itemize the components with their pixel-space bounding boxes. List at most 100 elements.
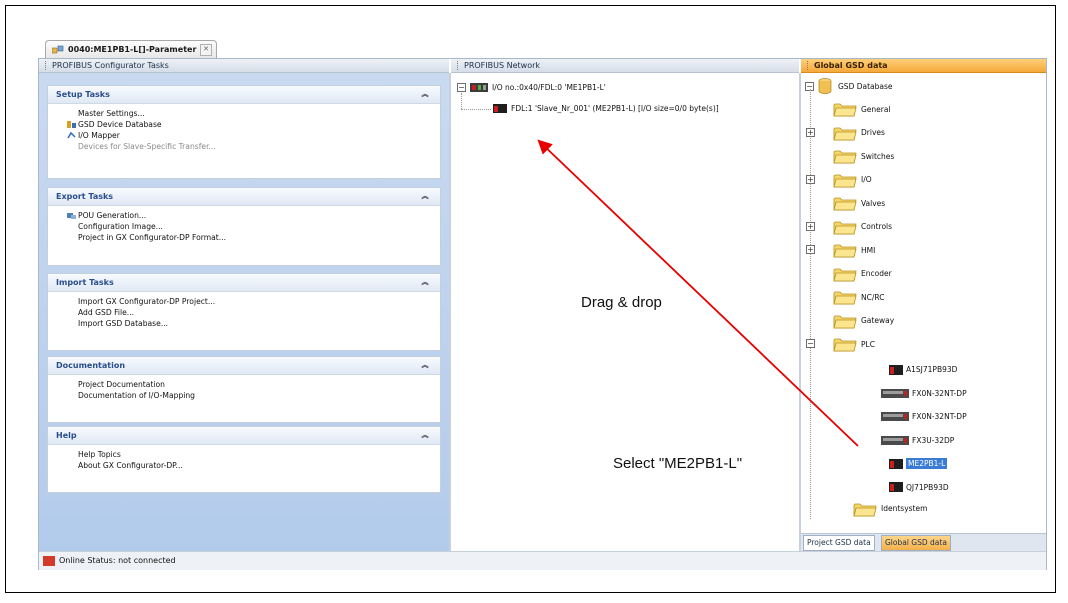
folder-icon bbox=[833, 103, 857, 117]
gsd-folder[interactable]: Switches bbox=[833, 146, 894, 166]
task-add-gsd-file[interactable]: Add GSD File... bbox=[78, 307, 440, 318]
collapse-icon[interactable]: ︽ bbox=[420, 360, 430, 370]
grip-icon bbox=[45, 61, 48, 70]
close-icon[interactable]: ✕ bbox=[200, 43, 212, 56]
task-pou-generation[interactable]: POU Generation... bbox=[67, 210, 440, 221]
gsd-device-item[interactable]: A1SJ71PB93D bbox=[881, 360, 957, 380]
gsd-folder[interactable]: + HMI bbox=[806, 240, 876, 260]
tasks-panel: Setup Tasks ︽ Master Settings... GSD Dev… bbox=[39, 73, 449, 551]
gsd-folder[interactable]: + Drives bbox=[806, 123, 885, 143]
device-module-icon bbox=[881, 435, 909, 445]
collapse-icon[interactable]: − bbox=[457, 83, 466, 92]
folder-label: PLC bbox=[861, 339, 875, 349]
gsd-root-label: GSD Database bbox=[838, 81, 893, 91]
folder-label: Identsystem bbox=[881, 504, 928, 513]
network-panel: − I/O no.:0x40/FDL:0 'ME1PB1-L' FDL:1 'S… bbox=[451, 73, 799, 551]
folder-icon bbox=[833, 244, 857, 258]
task-master-settings[interactable]: Master Settings... bbox=[78, 108, 440, 119]
task-project-gx-format[interactable]: Project in GX Configurator-DP Format... bbox=[78, 232, 440, 243]
gsd-panel: − GSD Database General + Drives Switches + I/… bbox=[801, 73, 1046, 533]
expand-icon[interactable]: + bbox=[806, 127, 815, 137]
network-panel-title: PROFIBUS Network bbox=[464, 61, 541, 70]
gsd-folder[interactable]: General bbox=[833, 99, 891, 119]
tab-project-gsd-data[interactable]: Project GSD data bbox=[803, 535, 875, 551]
documentation-section: Documentation ︽ Project Documentation Do… bbox=[47, 356, 441, 423]
gsd-folder[interactable]: + I/O bbox=[806, 170, 872, 190]
gsd-folder[interactable]: + Controls bbox=[806, 217, 893, 237]
slave-device-icon bbox=[493, 104, 507, 113]
gsd-folder[interactable]: − PLC bbox=[806, 334, 875, 354]
network-panel-header: PROFIBUS Network bbox=[451, 59, 799, 73]
folder-label: HMI bbox=[861, 245, 876, 255]
task-gsd-device-database[interactable]: GSD Device Database bbox=[67, 119, 440, 130]
folder-label: Drives bbox=[861, 128, 885, 137]
tab-global-gsd-data[interactable]: Global GSD data bbox=[881, 535, 951, 551]
task-configuration-image[interactable]: Configuration Image... bbox=[78, 221, 440, 232]
gsd-device-item[interactable]: QJ71PB93D bbox=[881, 477, 949, 497]
task-io-mapping-documentation[interactable]: Documentation of I/O-Mapping bbox=[78, 390, 440, 401]
section-header[interactable]: Import Tasks ︽ bbox=[48, 274, 440, 292]
section-header[interactable]: Setup Tasks ︽ bbox=[48, 86, 440, 104]
expand-icon[interactable]: + bbox=[806, 174, 815, 184]
gsd-device-item[interactable]: FX0N-32NT-DP bbox=[881, 383, 967, 403]
section-header[interactable]: Documentation ︽ bbox=[48, 357, 440, 375]
collapse-icon[interactable]: ︽ bbox=[420, 430, 430, 440]
folder-label: Valves bbox=[861, 198, 886, 208]
task-import-gx-project[interactable]: Import GX Configurator-DP Project... bbox=[78, 296, 440, 307]
document-tab-title: 0040:ME1PB1-L[]-Parameter bbox=[68, 45, 197, 54]
section-header[interactable]: Export Tasks ︽ bbox=[48, 188, 440, 206]
gsd-device-item[interactable]: ME2PB1-L bbox=[881, 454, 948, 474]
gsd-folder[interactable]: Encoder bbox=[833, 264, 892, 284]
expand-icon[interactable]: + bbox=[806, 221, 815, 231]
expand-icon[interactable]: + bbox=[806, 245, 815, 254]
device-label: ME2PB1-L bbox=[906, 458, 948, 469]
setup-tasks-section: Setup Tasks ︽ Master Settings... GSD Dev… bbox=[47, 85, 441, 179]
tasks-panel-title: PROFIBUS Configurator Tasks bbox=[52, 61, 169, 70]
task-slave-specific-transfer: Devices for Slave-Specific Transfer... bbox=[78, 142, 216, 151]
gsd-device-item[interactable]: FX0N-32NT-DP bbox=[881, 407, 967, 427]
gsd-folder[interactable]: Gateway bbox=[833, 311, 894, 331]
folder-label: Encoder bbox=[861, 269, 892, 278]
collapse-icon[interactable]: ︽ bbox=[420, 89, 430, 99]
io-mapper-icon bbox=[67, 131, 76, 139]
task-about[interactable]: About GX Configurator-DP... bbox=[78, 460, 440, 471]
section-header[interactable]: Help ︽ bbox=[48, 427, 440, 445]
task-import-gsd-database[interactable]: Import GSD Database... bbox=[78, 318, 440, 329]
gsd-folder[interactable]: NC/RC bbox=[833, 287, 884, 307]
status-bar: Online Status: not connected bbox=[39, 551, 1046, 570]
task-project-documentation[interactable]: Project Documentation bbox=[78, 379, 440, 390]
gsd-folder[interactable]: Valves bbox=[833, 193, 885, 213]
pou-generation-icon bbox=[67, 213, 76, 219]
collapse-icon[interactable]: ︽ bbox=[420, 191, 430, 201]
master-node[interactable]: − I/O no.:0x40/FDL:0 'ME1PB1-L' bbox=[457, 83, 606, 92]
import-tasks-section: Import Tasks ︽ Import GX Configurator-DP… bbox=[47, 273, 441, 351]
gsd-panel-header: Global GSD data bbox=[801, 59, 1046, 73]
offline-status-icon bbox=[43, 555, 55, 566]
master-node-label: I/O no.:0x40/FDL:0 'ME1PB1-L' bbox=[492, 83, 606, 92]
task-io-mapper[interactable]: I/O Mapper bbox=[67, 130, 440, 141]
section-title: Export Tasks bbox=[56, 192, 114, 201]
grip-icon bbox=[457, 61, 460, 70]
status-text: Online Status: not connected bbox=[59, 556, 176, 565]
folder-icon bbox=[833, 221, 857, 234]
tree-line bbox=[461, 93, 462, 109]
folder-label: Switches bbox=[861, 151, 895, 161]
help-section: Help ︽ Help Topics About GX Configurator… bbox=[47, 426, 441, 493]
gsd-device-item[interactable]: FX3U-32DP bbox=[881, 430, 954, 450]
folder-icon bbox=[833, 268, 857, 281]
folder-icon bbox=[833, 291, 857, 305]
select-device-annotation: Select "ME2PB1-L" bbox=[613, 455, 743, 472]
section-title: Help bbox=[56, 431, 77, 440]
task-help-topics[interactable]: Help Topics bbox=[78, 449, 440, 460]
collapse-icon[interactable]: ︽ bbox=[420, 277, 430, 287]
folder-label: NC/RC bbox=[861, 292, 885, 302]
folder-label: Controls bbox=[861, 222, 893, 231]
collapse-icon[interactable]: − bbox=[806, 339, 815, 348]
grip-icon bbox=[807, 61, 810, 70]
slave-node[interactable]: FDL:1 'Slave_Nr_001' (ME2PB1-L) [I/O siz… bbox=[493, 104, 719, 113]
document-tab[interactable]: 0040:ME1PB1-L[]-Parameter ✕ bbox=[45, 40, 217, 58]
device-label: FX0N-32NT-DP bbox=[912, 412, 967, 421]
gsd-database-root[interactable]: − GSD Database bbox=[805, 76, 893, 96]
device-label: A1SJ71PB93D bbox=[906, 365, 958, 374]
gsd-folder[interactable]: Identsystem bbox=[853, 499, 927, 519]
